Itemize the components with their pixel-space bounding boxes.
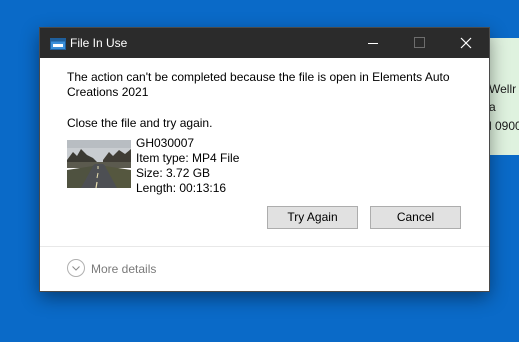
background-note-line: a bbox=[489, 100, 496, 114]
instruction-text: Close the file and try again. bbox=[67, 116, 213, 130]
file-in-use-icon bbox=[50, 37, 66, 50]
error-message: The action can't be completed because th… bbox=[67, 70, 450, 99]
more-details-label[interactable]: More details bbox=[91, 262, 156, 276]
title-bar[interactable]: File In Use bbox=[40, 28, 489, 58]
background-note-line: Wellr bbox=[489, 82, 517, 96]
file-type: Item type: MP4 File bbox=[136, 151, 240, 165]
file-in-use-dialog: File In Use The action can't be complete… bbox=[40, 28, 489, 291]
maximize-icon[interactable] bbox=[396, 28, 442, 58]
minimize-icon[interactable] bbox=[350, 28, 396, 58]
try-again-button[interactable]: Try Again bbox=[267, 206, 358, 229]
footer-divider bbox=[40, 246, 489, 247]
video-thumbnail bbox=[67, 140, 131, 188]
chevron-down-icon[interactable] bbox=[67, 259, 85, 277]
background-note-line: l 0900 bbox=[489, 119, 519, 133]
window-title: File In Use bbox=[70, 36, 128, 50]
file-length: Length: 00:13:16 bbox=[136, 181, 227, 195]
background-note-window[interactable]: Wellr a l 0900 bbox=[488, 38, 519, 155]
close-icon[interactable] bbox=[443, 28, 489, 58]
cancel-button[interactable]: Cancel bbox=[370, 206, 461, 229]
file-details: GH030007 Item type: MP4 File Size: 3.72 … bbox=[136, 136, 239, 196]
file-name: GH030007 bbox=[136, 136, 195, 150]
file-size: Size: 3.72 GB bbox=[136, 166, 211, 180]
